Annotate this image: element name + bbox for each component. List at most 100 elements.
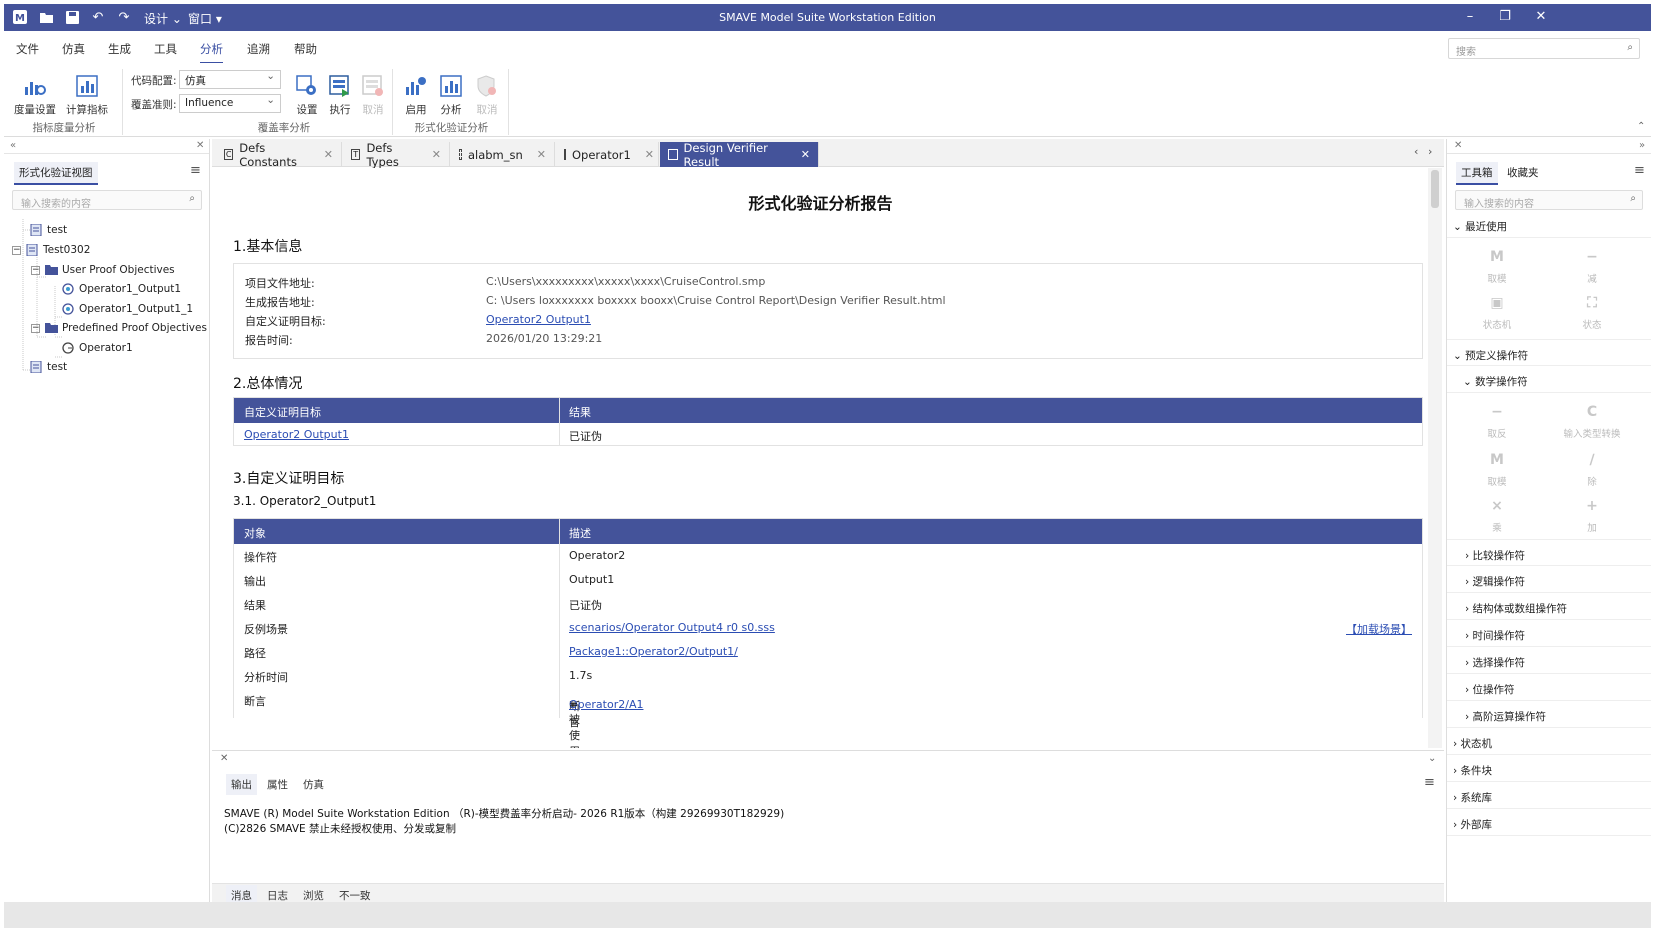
tree-item-predefined-proof-objectives[interactable]: − Predefined Proof Objectives — [31, 322, 207, 334]
tab-toolbox[interactable]: 工具箱 — [1456, 162, 1498, 185]
coverage-cancel-button[interactable]: 取消 — [354, 73, 392, 117]
toolbox-menu-icon[interactable]: ≡ — [1634, 163, 1645, 178]
close-tab-icon[interactable]: ✕ — [324, 148, 333, 161]
tree-item-test0302[interactable]: − Test0302 — [12, 243, 90, 257]
toolbox-search-input[interactable]: 输入搜索的内容 ⌕ — [1455, 190, 1643, 210]
coverage-criterion-select[interactable]: Influence — [179, 94, 281, 113]
collapse-right-icon[interactable]: » — [1639, 140, 1645, 151]
op-type-cast[interactable]: C 输入类型转换 — [1562, 402, 1622, 440]
section-condition-block[interactable]: › 条件块 — [1447, 755, 1651, 782]
tab-simulation[interactable]: 仿真 — [298, 774, 329, 795]
menu-trace[interactable]: 追溯 — [247, 41, 270, 57]
collapse-output-icon[interactable]: ⌄ — [1428, 753, 1436, 764]
section-higher-order-operators[interactable]: › 高阶运算操作符 — [1447, 701, 1651, 728]
close-panel-icon[interactable]: ✕ — [1454, 140, 1462, 151]
menu-simulation[interactable]: 仿真 — [62, 41, 85, 57]
menu-tools[interactable]: 工具 — [154, 41, 177, 57]
op-multiply[interactable]: × 乘 — [1467, 496, 1527, 534]
menu-generate[interactable]: 生成 — [108, 41, 131, 57]
tree-item-test[interactable]: test — [30, 223, 67, 237]
section-select-operators[interactable]: › 选择操作符 — [1447, 647, 1651, 674]
expand-chevron-icon: › — [1453, 792, 1461, 804]
section-logic-operators[interactable]: › 逻辑操作符 — [1447, 566, 1651, 593]
code-config-select[interactable]: 仿真 — [179, 70, 281, 89]
section-predefined-operators[interactable]: ⌄ 预定义操作符 — [1447, 339, 1651, 366]
open-folder-icon[interactable] — [36, 8, 56, 26]
op-modulo-2[interactable]: M 取模 — [1467, 450, 1527, 488]
close-tab-icon[interactable]: ✕ — [801, 148, 810, 161]
menu-help[interactable]: 帮助 — [294, 41, 317, 57]
tab-operator1[interactable]: Operator1 ✕ — [556, 142, 659, 167]
tab-output[interactable]: 输出 — [226, 774, 257, 795]
collapse-toggle-icon[interactable]: − — [31, 265, 40, 275]
global-search-input[interactable]: 搜索 ⌕ — [1448, 38, 1640, 59]
close-icon[interactable]: ✕ — [1526, 9, 1556, 24]
design-menu[interactable]: 设计 ⌄ — [144, 10, 182, 27]
section-state-machine[interactable]: › 状态机 — [1447, 728, 1651, 755]
op-state[interactable]: ⛶ 状态 — [1562, 293, 1622, 331]
formal-enable-button[interactable]: 启用 — [397, 73, 435, 117]
output-menu-icon[interactable]: ≡ — [1424, 775, 1435, 790]
formal-analyze-button[interactable]: 分析 — [432, 73, 470, 117]
tab-design-verifier-result[interactable]: Design Verifier Result ✕ — [660, 141, 819, 169]
section-external-library[interactable]: › 外部库 — [1447, 809, 1651, 836]
op-state-machine[interactable]: ▣ 状态机 — [1467, 293, 1527, 331]
path-link[interactable]: Package1::Operator2/Output1/ — [569, 645, 738, 658]
custom-proof-target-link[interactable]: Operator2 Output1 — [486, 313, 591, 326]
op-negate[interactable]: − 取反 — [1467, 402, 1527, 440]
assertion-link[interactable]: Operator2/A1 — [569, 698, 643, 711]
close-tab-icon[interactable]: ✕ — [645, 148, 654, 161]
tree-item-operator1[interactable]: Operator1 — [62, 342, 133, 354]
section-bit-operators[interactable]: › 位操作符 — [1447, 674, 1651, 701]
section-compare-operators[interactable]: › 比较操作符 — [1447, 539, 1651, 566]
panel-menu-icon[interactable]: ≡ — [190, 163, 201, 178]
op-add[interactable]: + 加 — [1562, 496, 1622, 534]
close-tab-icon[interactable]: ✕ — [432, 148, 441, 161]
tab-defs-types[interactable]: T Defs Types ✕ — [343, 141, 450, 169]
op-divide[interactable]: ∕ 除 — [1562, 450, 1622, 488]
report-scrollbar[interactable] — [1428, 168, 1442, 748]
redo-icon[interactable]: ↷ — [114, 8, 134, 26]
tab-scroll-left-icon[interactable]: ‹ — [1414, 145, 1418, 158]
load-scenario-link[interactable]: 【加载场景】 — [1346, 621, 1412, 637]
close-panel-icon[interactable]: ✕ — [196, 140, 204, 151]
undo-icon[interactable]: ↶ — [88, 8, 108, 26]
section-recent[interactable]: ⌄ 最近使用 — [1447, 211, 1651, 238]
section-system-library[interactable]: › 系统库 — [1447, 782, 1651, 809]
collapse-toggle-icon[interactable]: − — [12, 245, 21, 255]
section-math-operators[interactable]: ⌄ 数学操作符 — [1447, 366, 1651, 393]
tab-label: Defs Constants — [239, 140, 297, 169]
metric-settings-button[interactable]: 度量设置 — [14, 73, 56, 117]
tree-search-input[interactable]: 输入搜索的内容 ⌕ — [12, 190, 202, 210]
tree-item-operator1-output1[interactable]: Operator1_Output1 — [62, 283, 181, 295]
menu-file[interactable]: 文件 — [16, 41, 39, 57]
window-menu[interactable]: 窗口 ▾ — [188, 10, 222, 27]
op-subtract[interactable]: − 减 — [1562, 247, 1622, 285]
restore-icon[interactable]: ❐ — [1490, 9, 1520, 24]
tree-item-test-2[interactable]: test — [30, 360, 67, 374]
tab-properties[interactable]: 属性 — [262, 774, 293, 795]
section-time-operators[interactable]: › 时间操作符 — [1447, 620, 1651, 647]
compute-metrics-button[interactable]: 计算指标 — [66, 73, 108, 117]
section-struct-array-operators[interactable]: › 结构体或数组操作符 — [1447, 593, 1651, 620]
tab-defs-constants[interactable]: C Defs Constants ✕ — [216, 140, 342, 169]
menu-analysis[interactable]: 分析 — [200, 41, 223, 64]
proof-target-link[interactable]: Operator2 Output1 — [244, 428, 349, 441]
tab-formal-view[interactable]: 形式化验证视图 — [14, 162, 98, 185]
formal-cancel-button[interactable]: 取消 — [468, 73, 506, 117]
tree-item-user-proof-objectives[interactable]: − User Proof Objectives — [31, 264, 175, 276]
tab-alabm-sn[interactable]: alabm_sn ✕ — [451, 142, 555, 167]
tab-scroll-right-icon[interactable]: › — [1428, 145, 1432, 158]
collapse-left-icon[interactable]: « — [10, 140, 16, 151]
counterexample-scenario-link[interactable]: scenarios/Operator Output4 r0 s0.sss — [569, 621, 775, 634]
collapse-ribbon-icon[interactable]: ⌃ — [1637, 121, 1645, 132]
scrollbar-thumb[interactable] — [1431, 170, 1439, 208]
close-tab-icon[interactable]: ✕ — [537, 148, 546, 161]
tree-item-operator1-output1-1[interactable]: Operator1_Output1_1 — [62, 303, 193, 315]
minimize-icon[interactable]: – — [1455, 9, 1485, 24]
save-icon[interactable] — [62, 8, 82, 26]
tab-favorites[interactable]: 收藏夹 — [1502, 162, 1544, 183]
close-output-icon[interactable]: ✕ — [220, 753, 228, 764]
op-modulo[interactable]: M 取模 — [1467, 247, 1527, 285]
collapse-toggle-icon[interactable]: − — [31, 323, 40, 333]
